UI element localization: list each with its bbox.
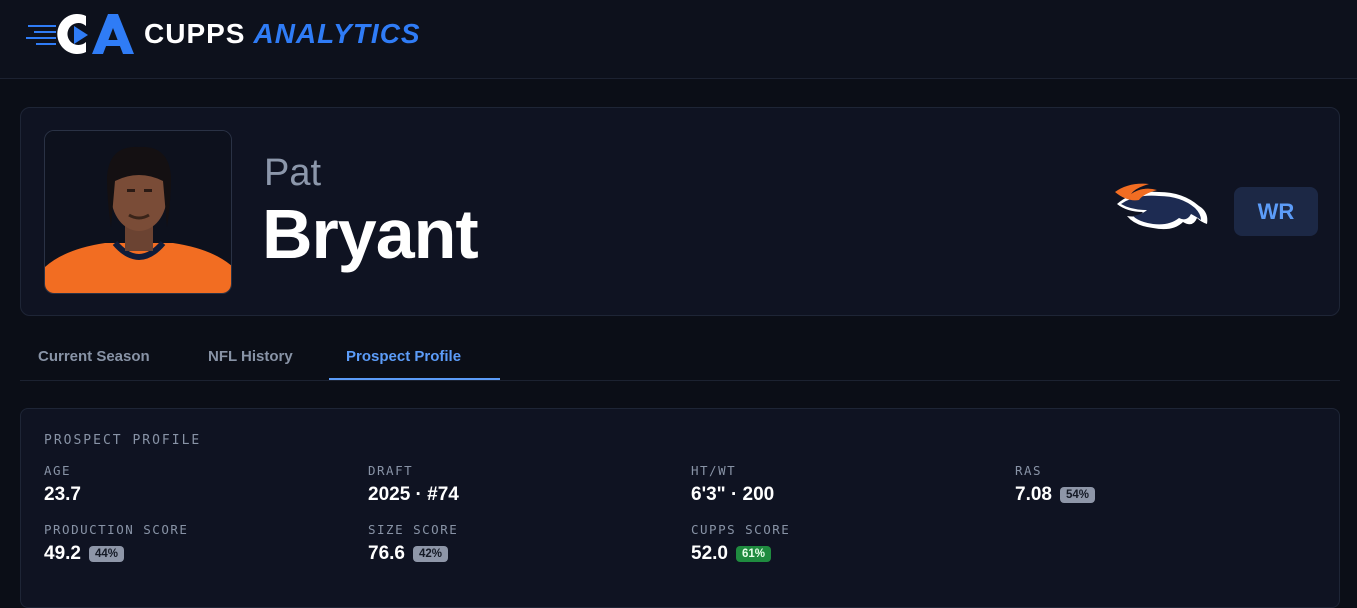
- panel-title: PROSPECT PROFILE: [44, 433, 202, 448]
- active-tab-indicator: [329, 378, 500, 380]
- stat-label: AGE: [44, 463, 72, 478]
- percentile-badge: 61%: [735, 546, 772, 562]
- stat-label: PRODUCTION SCORE: [44, 522, 189, 537]
- stat-value: 2025 · #74: [368, 484, 459, 505]
- tab-prospect-profile[interactable]: Prospect Profile: [346, 332, 461, 381]
- top-bar: CUPPS ANALYTICS: [0, 0, 1357, 79]
- tab-nfl-history[interactable]: NFL History: [208, 332, 293, 381]
- stat-label: DRAFT: [368, 463, 414, 478]
- brand-name-primary: CUPPS: [144, 18, 246, 49]
- brand-name-secondary: ANALYTICS: [253, 18, 421, 49]
- stat-value: 7.08: [1015, 484, 1052, 505]
- stat-label: RAS: [1015, 463, 1043, 478]
- stat-production-score: PRODUCTION SCORE 49.2 44%: [44, 522, 188, 565]
- tab-current-season[interactable]: Current Season: [38, 332, 150, 381]
- percentile-badge: 54%: [1059, 487, 1096, 503]
- player-first-name: Pat: [264, 152, 322, 194]
- player-headshot: [44, 130, 232, 294]
- stat-value: 52.0: [691, 543, 728, 564]
- stat-height-weight: HT/WT 6'3" · 200: [691, 463, 774, 506]
- stat-label: HT/WT: [691, 463, 737, 478]
- stat-value: 6'3" · 200: [691, 484, 775, 505]
- player-last-name: Bryant: [262, 195, 479, 273]
- prospect-profile-panel: PROSPECT PROFILE AGE 23.7 DRAFT 2025 · #…: [20, 408, 1340, 608]
- position-badge: WR: [1234, 187, 1318, 236]
- brand[interactable]: CUPPS ANALYTICS: [26, 10, 421, 58]
- stat-value: 23.7: [44, 484, 81, 505]
- percentile-badge: 42%: [412, 546, 449, 562]
- stat-value: 49.2: [44, 543, 81, 564]
- stat-value: 76.6: [368, 543, 405, 564]
- ca-play-logo-icon: [26, 14, 134, 54]
- broncos-horse-logo-icon: [1115, 183, 1208, 230]
- stat-size-score: SIZE SCORE 76.6 42%: [368, 522, 458, 565]
- stat-age: AGE 23.7: [44, 463, 81, 506]
- stat-cupps-score: CUPPS SCORE 52.0 61%: [691, 522, 790, 565]
- stat-label: CUPPS SCORE: [691, 522, 791, 537]
- player-header-card: Pat Bryant WR: [20, 107, 1340, 316]
- profile-tabs: Current Season NFL History Prospect Prof…: [20, 332, 1340, 381]
- stat-ras: RAS 7.08 54%: [1015, 463, 1096, 506]
- stat-label: SIZE SCORE: [368, 522, 459, 537]
- stat-draft: DRAFT 2025 · #74: [368, 463, 459, 506]
- percentile-badge: 44%: [88, 546, 125, 562]
